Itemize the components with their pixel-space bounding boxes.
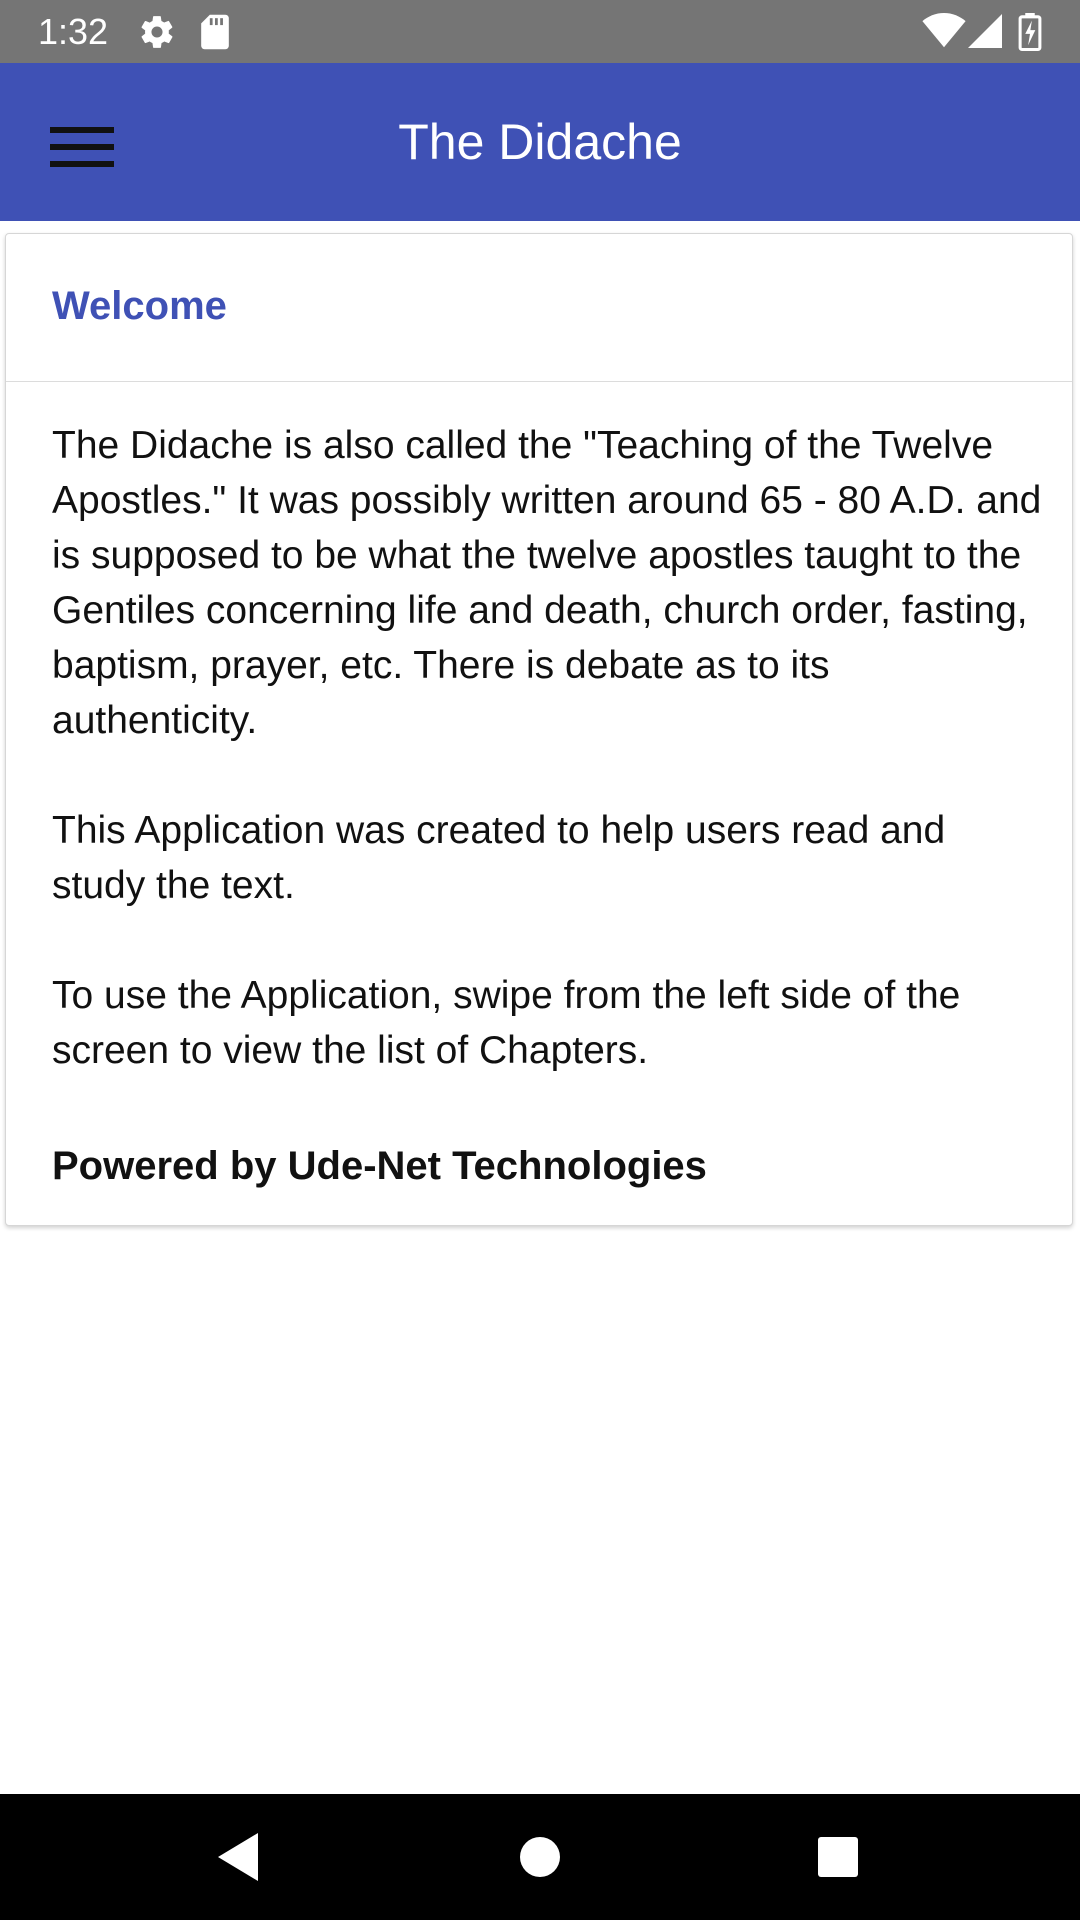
card-title: Welcome xyxy=(52,284,227,328)
card-header: Welcome xyxy=(6,234,1072,382)
status-bar: 1:32 xyxy=(0,0,1080,63)
system-nav-bar xyxy=(0,1794,1080,1920)
settings-gear-icon xyxy=(138,13,176,49)
purpose-paragraph: This Application was created to help use… xyxy=(52,809,946,907)
status-time: 1:32 xyxy=(38,11,109,52)
cell-signal-icon xyxy=(968,13,1002,49)
intro-paragraph: The Didache is also called the "Teaching… xyxy=(52,424,1042,742)
app-bar: The Didache xyxy=(0,63,1080,221)
welcome-card: Welcome The Didache is also called the "… xyxy=(5,233,1073,1226)
sd-card-icon xyxy=(198,13,232,50)
powered-by-text: Powered by Ude-Net Technologies xyxy=(52,1144,707,1188)
recents-square-icon[interactable] xyxy=(808,1827,868,1887)
home-circle-icon[interactable] xyxy=(510,1827,570,1887)
card-body: The Didache is also called the "Teaching… xyxy=(52,418,1042,1133)
back-triangle-icon[interactable] xyxy=(210,1827,270,1887)
battery-icon xyxy=(1018,13,1042,52)
wifi-icon xyxy=(922,13,966,49)
usage-paragraph: To use the Application, swipe from the l… xyxy=(52,974,961,1072)
app-title: The Didache xyxy=(398,114,682,170)
